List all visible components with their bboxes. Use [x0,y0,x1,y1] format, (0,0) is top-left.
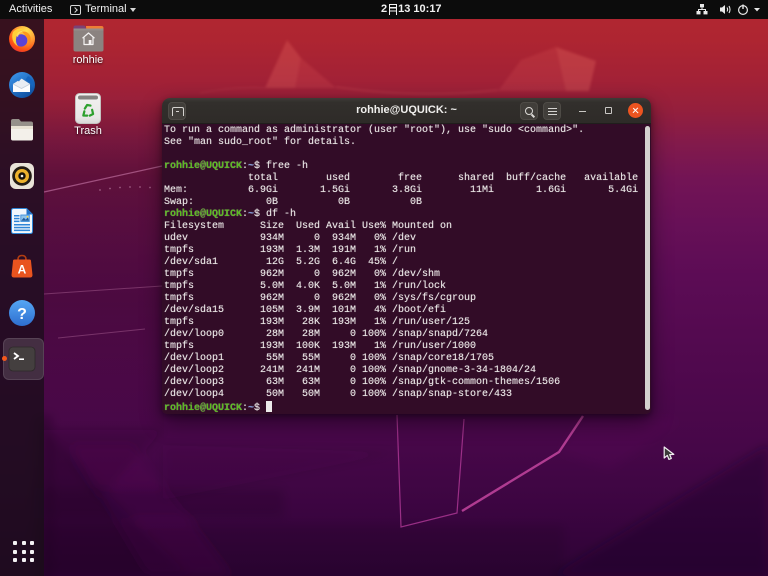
svg-text:?: ? [17,306,27,323]
svg-text:A: A [18,263,27,277]
